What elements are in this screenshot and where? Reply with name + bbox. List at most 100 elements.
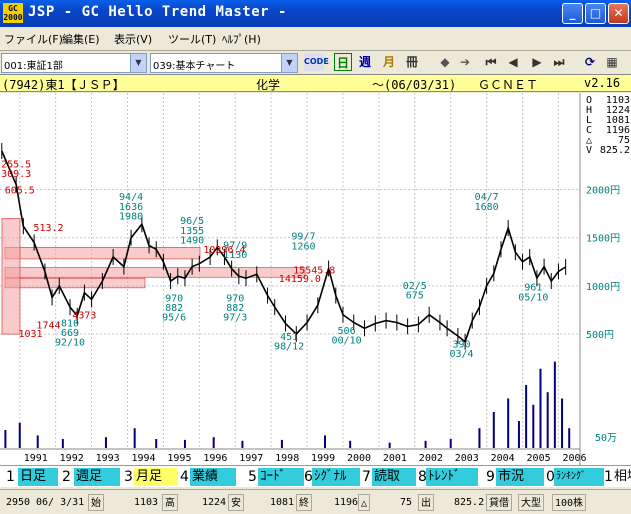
chart-annotation: 05/10 <box>518 292 548 303</box>
chart-type-select-value: 039:基本チャート <box>153 61 236 72</box>
x-tick-label: 2005 <box>527 453 551 464</box>
support-band <box>4 277 146 289</box>
fkey-code[interactable]: ｺｰﾄﾞ <box>258 468 304 486</box>
status-high: 1224 <box>202 497 227 508</box>
chart-annotation: 1980 <box>119 211 143 222</box>
x-tick-label: 2006 <box>562 453 586 464</box>
grid-icon[interactable]: ▦ <box>604 53 620 71</box>
title-bar: GC 2000 JSP - GC Hello Trend Master - _ … <box>0 0 631 27</box>
status-code: 2950 <box>6 497 31 508</box>
menu-tools[interactable]: ツール(T) <box>168 31 216 47</box>
daily-button[interactable]: 日 <box>334 53 352 71</box>
minimize-button[interactable]: _ <box>562 3 583 24</box>
market-select-value: 001:東証1部 <box>4 61 63 72</box>
fkey-weekly[interactable]: 週足 <box>74 468 120 486</box>
volume-scale-label: 50万 <box>595 433 617 444</box>
status-margin: 貸借 <box>486 494 512 511</box>
fkey-daily[interactable]: 日足 <box>18 468 58 486</box>
support-band <box>4 267 306 278</box>
status-close: 1196 <box>334 497 359 508</box>
y-tick-label: 500円 <box>586 330 614 341</box>
chart-annotation: 605.5 <box>5 185 35 196</box>
chevron-down-icon[interactable]: ▼ <box>281 54 297 72</box>
stock-sector: 化学 <box>256 78 281 92</box>
x-tick-label: 1999 <box>311 453 335 464</box>
prev-page-icon[interactable]: ◀ <box>506 53 520 71</box>
fkey-ranking[interactable]: ﾗﾝｷﾝｸﾞ <box>554 468 604 486</box>
monthly-button[interactable]: 月 <box>380 53 398 71</box>
app-logo-icon: GC 2000 <box>3 3 23 23</box>
price-chart[interactable]: 1991 1992 1993 1994 1995 1996 1997 1998 1999 2000… <box>0 93 631 465</box>
x-tick-label: 1997 <box>239 453 263 464</box>
status-open: 1103 <box>134 497 159 508</box>
menu-help[interactable]: ﾍﾙﾌﾟ(H) <box>222 31 261 47</box>
status-open-label: 始 <box>88 494 104 511</box>
status-low: 1081 <box>270 497 295 508</box>
code-button[interactable]: CODE <box>304 53 329 71</box>
status-size: 大型 <box>518 494 544 511</box>
chart-type-select[interactable]: 039:基本チャート ▼ <box>150 53 298 73</box>
chevron-down-icon[interactable]: ▼ <box>130 54 146 72</box>
chart-annotation: 00/10 <box>332 336 362 347</box>
nav-forward-icon[interactable]: ➔ <box>458 53 472 71</box>
menu-file[interactable]: ファイル(F) <box>4 31 63 47</box>
fkey-market[interactable]: 市況 <box>496 468 544 486</box>
stock-info-bar: (7942)東1【ＪＳＰ】 化学 ～(06/03/31) ＧＣＮＥＴ v2.16 <box>0 74 631 92</box>
chart-annotation: 1031 <box>18 329 42 340</box>
fkey-7-num: 7 <box>362 469 371 485</box>
market-select[interactable]: 001:東証1部 ▼ <box>1 53 147 73</box>
y-tick-label: 2000円 <box>586 186 620 197</box>
chart-annotation: 98/12 <box>274 342 304 353</box>
v-value: 825.2 <box>599 145 630 156</box>
status-delta-label: △ <box>358 494 371 511</box>
x-tick-label: 2002 <box>419 453 443 464</box>
x-tick-label: 1991 <box>24 453 48 464</box>
fkey-trend[interactable]: ﾄﾚﾝﾄﾞ <box>426 468 478 486</box>
chart-annotation: 513.2 <box>33 223 63 234</box>
fkey-1-num: 1 <box>6 469 15 485</box>
book-button[interactable]: 冊 <box>403 53 421 71</box>
chart-annotation: 1680 <box>475 202 499 213</box>
app-version: v2.16 <box>584 76 621 90</box>
chart-annotation: 92/10 <box>55 338 85 349</box>
x-tick-label: 2000 <box>347 453 371 464</box>
fkey-3-num: 3 <box>124 469 133 485</box>
status-vol: 825.2 <box>454 497 485 508</box>
data-date: ～(06/03/31) <box>372 78 457 92</box>
data-source: ＧＣＮＥＴ <box>478 78 539 92</box>
maximize-button[interactable]: □ <box>585 3 606 24</box>
last-page-icon[interactable]: ⏭ <box>552 53 566 71</box>
chart-annotation: 03/4 <box>449 349 473 360</box>
chart-annotation: 14159.0 <box>279 274 321 285</box>
chart-annotation: 675 <box>406 290 424 301</box>
x-tick-label: 1998 <box>275 453 299 464</box>
chart-annotation: 10396.4 <box>203 245 245 256</box>
menu-view[interactable]: 表示(V) <box>114 31 152 47</box>
fkey-signal[interactable]: ｼｸﾞﾅﾙ <box>312 468 360 486</box>
refresh-icon[interactable]: ⟳ <box>582 53 598 71</box>
status-date: 06/ 3/31 <box>36 497 85 508</box>
close-button[interactable]: ✕ <box>608 3 629 24</box>
menu-edit[interactable]: 編集(E) <box>62 31 100 47</box>
status-delta: 75 <box>400 497 413 508</box>
fkey-monthly[interactable]: 月足 <box>134 468 178 486</box>
function-key-bar: 1 日足 2 週足 3 月足 4 業績 5 ｺｰﾄﾞ 6 ｼｸﾞﾅﾙ 7 読取 … <box>0 465 631 487</box>
weekly-button[interactable]: 週 <box>356 53 374 71</box>
fkey-2-num: 2 <box>62 469 71 485</box>
nav-back-icon[interactable]: ◆ <box>438 53 452 71</box>
x-tick-label: 1992 <box>60 453 84 464</box>
chart-annotation: 97/3 <box>223 313 247 324</box>
support-band <box>1 218 21 335</box>
fkey-read[interactable]: 読取 <box>372 468 416 486</box>
fkey-quote[interactable]: 相場 <box>612 468 631 486</box>
x-tick-label: 2001 <box>383 453 407 464</box>
chart-annotation: 1260 <box>291 241 315 252</box>
fkey-earnings[interactable]: 業績 <box>190 468 236 486</box>
next-page-icon[interactable]: ▶ <box>530 53 544 71</box>
y-tick-label: 1000円 <box>586 282 620 293</box>
chart-annotation: 95/6 <box>162 313 186 324</box>
v-label: V <box>586 145 593 156</box>
first-page-icon[interactable]: ⏮ <box>484 53 498 71</box>
status-unit: 100株 <box>552 494 587 511</box>
chart-annotation: 1490 <box>180 236 204 247</box>
